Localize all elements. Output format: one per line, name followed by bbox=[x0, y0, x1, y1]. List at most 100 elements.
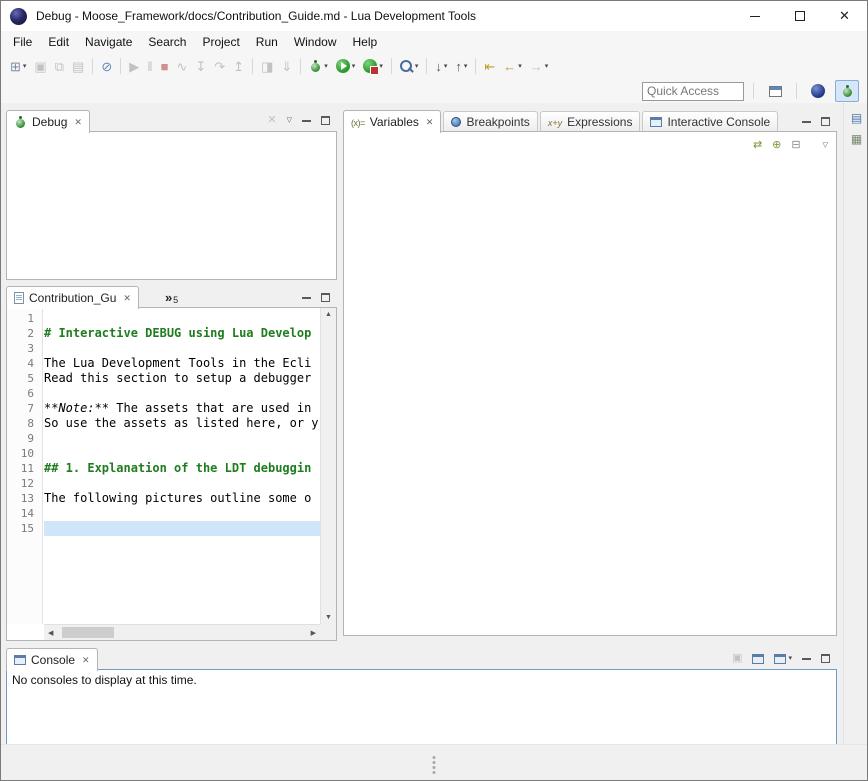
show-logical-structures-icon[interactable]: ⊕ bbox=[772, 140, 781, 151]
debug-view-content[interactable] bbox=[6, 131, 337, 280]
menu-navigate[interactable]: Navigate bbox=[77, 32, 140, 52]
maximize-view-icon[interactable] bbox=[321, 116, 330, 125]
line-number: 11 bbox=[7, 461, 42, 476]
menu-help[interactable]: Help bbox=[345, 32, 386, 52]
dropdown-arrow-icon[interactable]: ▾ bbox=[379, 62, 383, 70]
maximize-view-icon[interactable] bbox=[821, 117, 830, 126]
tab-contribution-guide[interactable]: Contribution_Gu ✕ bbox=[6, 286, 139, 309]
previous-annotation-button[interactable]: ↑▾ bbox=[452, 55, 470, 77]
maximize-view-icon[interactable] bbox=[321, 293, 330, 302]
scroll-right-icon[interactable]: ▶ bbox=[307, 629, 320, 637]
suspend-button[interactable]: ‖ bbox=[144, 55, 155, 77]
dropdown-arrow-icon[interactable]: ▾ bbox=[352, 62, 356, 70]
dropdown-arrow-icon[interactable]: ▾ bbox=[444, 62, 448, 70]
title-bar: Debug - Moose_Framework/docs/Contributio… bbox=[1, 1, 867, 31]
sash-handle[interactable] bbox=[433, 756, 436, 774]
dropdown-arrow-icon[interactable]: ▾ bbox=[415, 62, 419, 70]
dropdown-arrow-icon[interactable]: ▾ bbox=[324, 62, 328, 70]
minimize-view-icon[interactable] bbox=[302, 296, 311, 299]
minimize-view-icon[interactable] bbox=[802, 657, 811, 660]
terminate-button[interactable]: ■ bbox=[158, 55, 172, 77]
open-console-icon[interactable]: ▾ bbox=[774, 654, 792, 664]
show-type-names-icon[interactable]: ⇄ bbox=[753, 140, 762, 151]
next-annotation-button[interactable]: ↓▾ bbox=[432, 55, 450, 77]
tab-debug[interactable]: Debug ✕ bbox=[6, 110, 90, 133]
external-tools-button[interactable]: ▾ bbox=[360, 55, 386, 77]
console-message: No consoles to display at this time. bbox=[7, 670, 836, 690]
step-return-button[interactable]: ↥ bbox=[230, 55, 247, 77]
open-perspective-button[interactable] bbox=[763, 80, 787, 102]
step-over-button[interactable]: ↷ bbox=[211, 55, 228, 77]
search-button[interactable]: ▾ bbox=[397, 55, 422, 77]
editor-overflow-chevron[interactable]: » 5 bbox=[165, 290, 178, 305]
menu-edit[interactable]: Edit bbox=[40, 32, 77, 52]
use-step-filters-button[interactable]: ◨ bbox=[258, 55, 276, 77]
minimized-view-icon-1[interactable]: ▤ bbox=[851, 112, 862, 124]
minimize-view-icon[interactable] bbox=[302, 119, 311, 122]
forward-button[interactable]: →▾ bbox=[527, 55, 552, 77]
quick-access-input[interactable] bbox=[642, 82, 744, 101]
tab-variables[interactable]: Variables ✕ bbox=[343, 110, 441, 133]
save-all-button[interactable]: ⧉ bbox=[52, 55, 67, 77]
collapse-all-icon[interactable]: ⊟ bbox=[791, 140, 800, 151]
back-button[interactable]: ←▾ bbox=[500, 55, 525, 77]
close-icon[interactable]: ✕ bbox=[426, 117, 434, 128]
minimized-view-icon-2[interactable]: ▦ bbox=[851, 133, 862, 145]
horizontal-scrollbar[interactable]: ◀ ▶ bbox=[44, 624, 320, 640]
menu-search[interactable]: Search bbox=[140, 32, 194, 52]
disconnect-button[interactable]: ∿ bbox=[173, 55, 190, 77]
debug-perspective-button[interactable] bbox=[835, 80, 859, 102]
tab-breakpoints[interactable]: Breakpoints bbox=[443, 111, 537, 131]
menu-window[interactable]: Window bbox=[286, 32, 345, 52]
dropdown-arrow-icon[interactable]: ▾ bbox=[464, 62, 468, 70]
print-button[interactable]: ▤ bbox=[69, 55, 87, 77]
resume-icon: ▶ bbox=[129, 60, 139, 73]
close-icon[interactable]: ✕ bbox=[82, 655, 90, 666]
dropdown-arrow-icon[interactable]: ▾ bbox=[23, 62, 27, 70]
minimize-view-icon[interactable] bbox=[802, 120, 811, 123]
editor-text-area[interactable]: # Interactive DEBUG using Lua DevelopThe… bbox=[44, 308, 320, 624]
toolbar-separator bbox=[120, 58, 121, 74]
scrollbar-thumb[interactable] bbox=[62, 627, 114, 638]
close-icon[interactable]: ✕ bbox=[74, 117, 82, 128]
line-number: 12 bbox=[7, 476, 42, 491]
resume-button[interactable]: ▶ bbox=[126, 55, 142, 77]
view-menu-icon[interactable]: ▽ bbox=[287, 117, 292, 124]
application-window: Debug - Moose_Framework/docs/Contributio… bbox=[0, 0, 868, 781]
close-button[interactable]: ✕ bbox=[822, 1, 867, 31]
menu-project[interactable]: Project bbox=[194, 32, 247, 52]
last-edit-location-button[interactable]: ⇤ bbox=[481, 55, 498, 77]
drop-to-frame-button[interactable]: ⇓ bbox=[278, 55, 295, 77]
maximize-button[interactable] bbox=[777, 1, 822, 31]
save-button[interactable]: ▣ bbox=[31, 55, 49, 77]
close-icon[interactable]: ✕ bbox=[123, 293, 131, 304]
dropdown-arrow-icon[interactable]: ▾ bbox=[518, 62, 522, 70]
step-into-button[interactable]: ↧ bbox=[192, 55, 209, 77]
code-line: The Lua Development Tools in the Ecli bbox=[44, 356, 320, 371]
run-button[interactable]: ▾ bbox=[333, 55, 359, 77]
remove-all-terminated-icon[interactable]: ✕ bbox=[267, 115, 276, 126]
maximize-view-icon[interactable] bbox=[821, 654, 830, 663]
menu-run[interactable]: Run bbox=[248, 32, 286, 52]
console-content[interactable]: No consoles to display at this time. bbox=[6, 669, 837, 746]
ldt-perspective-button[interactable] bbox=[806, 80, 830, 102]
menu-file[interactable]: File bbox=[5, 32, 40, 52]
tab-expressions[interactable]: Expressions bbox=[540, 111, 641, 131]
scroll-left-icon[interactable]: ◀ bbox=[44, 629, 57, 637]
tab-console[interactable]: Console ✕ bbox=[6, 648, 98, 671]
tab-interactive-console[interactable]: Interactive Console bbox=[642, 111, 778, 131]
interactive-console-icon bbox=[650, 117, 662, 127]
vertical-scrollbar[interactable]: ▲ ▼ bbox=[320, 308, 336, 624]
scroll-down-icon[interactable]: ▼ bbox=[325, 611, 332, 624]
debug-button[interactable]: ▾ bbox=[306, 55, 331, 77]
skip-all-breakpoints-button[interactable]: ⊘ bbox=[98, 55, 115, 77]
new-wizard-button[interactable]: ⊞▾ bbox=[7, 55, 29, 77]
scroll-up-icon[interactable]: ▲ bbox=[325, 308, 332, 321]
pin-console-icon[interactable]: ▣ bbox=[732, 653, 742, 664]
editor-tab-label: Contribution_Gu bbox=[29, 291, 116, 305]
view-menu-icon[interactable]: ▽ bbox=[823, 142, 828, 149]
dropdown-arrow-icon[interactable]: ▾ bbox=[545, 62, 549, 70]
minimize-button[interactable] bbox=[732, 1, 777, 31]
line-number-gutter[interactable]: 123456789101112131415 bbox=[7, 308, 43, 624]
display-selected-console-icon[interactable] bbox=[752, 654, 764, 664]
